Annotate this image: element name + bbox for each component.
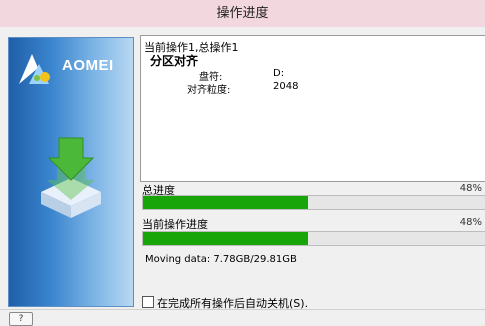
current-progress-percent: 48% xyxy=(459,217,482,228)
total-progress-percent: 48% xyxy=(459,183,482,194)
alignment-label: 对齐粒度: xyxy=(187,85,231,96)
current-progress-fill xyxy=(143,232,308,245)
drive-letter-value: D: xyxy=(273,68,285,79)
operation-name: 分区对齐 xyxy=(150,54,199,68)
disk-download-icon xyxy=(41,137,101,218)
window-body: AOMEI 当前操作1,总操作1 分区对齐 盘符: D: 对齐粒度: 2048 … xyxy=(0,27,485,326)
aomei-logo-icon xyxy=(19,54,50,84)
bottom-button-bar: ? xyxy=(0,309,485,326)
help-button[interactable]: ? xyxy=(9,312,33,326)
auto-shutdown-checkbox[interactable] xyxy=(142,296,154,308)
alignment-value: 2048 xyxy=(273,81,299,92)
current-progress-bar xyxy=(142,231,485,246)
current-progress-label: 当前操作进度 xyxy=(142,218,208,231)
brand-panel: AOMEI xyxy=(8,37,134,307)
total-progress-bar xyxy=(142,195,485,210)
moving-data-status: Moving data: 7.78GB/29.81GB xyxy=(145,254,297,265)
title-bar: 操作进度 xyxy=(0,0,485,27)
brand-name: AOMEI xyxy=(62,57,114,74)
window-title: 操作进度 xyxy=(216,6,269,21)
operation-info-panel: 当前操作1,总操作1 分区对齐 盘符: D: 对齐粒度: 2048 xyxy=(140,35,485,182)
total-progress-fill xyxy=(143,196,308,209)
